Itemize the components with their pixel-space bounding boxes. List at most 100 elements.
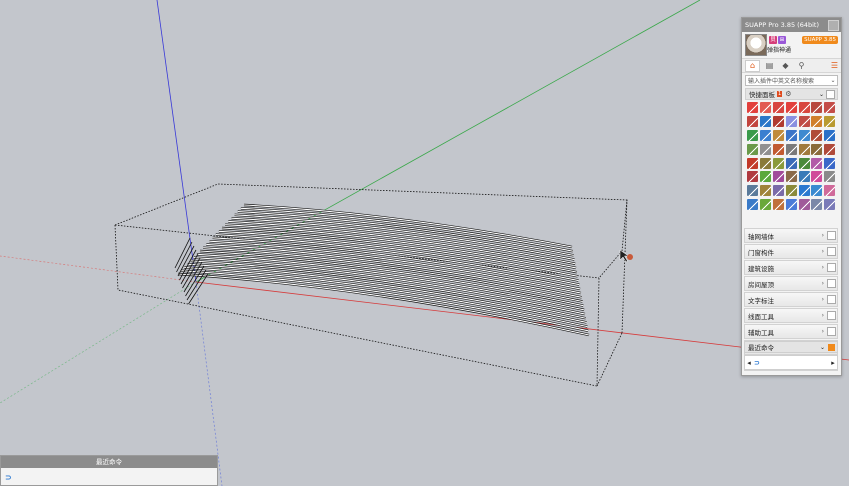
pin-icon[interactable]: [826, 89, 835, 99]
library-icon[interactable]: ▤: [763, 61, 776, 71]
category-item[interactable]: 辅助工具 ›: [744, 324, 838, 339]
pin-icon[interactable]: [827, 311, 836, 320]
tool-icon[interactable]: [785, 102, 797, 113]
tool-icon[interactable]: [785, 171, 797, 183]
tool-icon[interactable]: [772, 157, 784, 169]
pin-icon[interactable]: [827, 263, 836, 272]
tool-icon[interactable]: [811, 129, 823, 141]
chevron-right-icon[interactable]: ›: [822, 328, 824, 335]
tool-icon[interactable]: [759, 115, 771, 127]
avatar[interactable]: [745, 34, 767, 56]
tool-icon[interactable]: [811, 185, 823, 197]
tool-icon[interactable]: [798, 143, 810, 155]
paint-icon[interactable]: ◆: [779, 61, 792, 71]
modeling-viewport[interactable]: [0, 0, 849, 486]
tool-icon[interactable]: [824, 171, 836, 183]
tool-icon[interactable]: [772, 129, 784, 141]
tool-icon[interactable]: [772, 102, 784, 113]
category-item[interactable]: 建筑设施 ›: [744, 260, 838, 275]
tool-icon[interactable]: [785, 199, 797, 211]
tool-icon[interactable]: [747, 171, 758, 183]
chevron-down-icon[interactable]: ⌄: [820, 344, 825, 351]
tool-icon[interactable]: [824, 129, 836, 141]
tool-icon[interactable]: [747, 143, 758, 155]
tool-icon[interactable]: [759, 185, 771, 197]
tool-icon[interactable]: [811, 171, 823, 183]
tool-icon[interactable]: [759, 129, 771, 141]
recent-commands-header[interactable]: 最近命令 ⌄: [744, 341, 838, 353]
member-badge[interactable]: 员: [769, 36, 777, 44]
tool-icon[interactable]: [824, 199, 836, 211]
pin-icon[interactable]: [827, 247, 836, 256]
tool-icon[interactable]: [798, 171, 810, 183]
tool-icon[interactable]: [798, 129, 810, 141]
chevron-right-icon[interactable]: ›: [822, 232, 824, 239]
category-item[interactable]: 线面工具 ›: [744, 308, 838, 323]
tool-icon[interactable]: [785, 115, 797, 127]
chevron-right-icon[interactable]: ›: [822, 296, 824, 303]
scroll-left-icon[interactable]: ◂: [745, 359, 753, 367]
tool-icon[interactable]: [759, 143, 771, 155]
tool-icon[interactable]: [747, 185, 758, 197]
tool-icon[interactable]: [785, 143, 797, 155]
gear-icon[interactable]: ⚙: [785, 90, 791, 98]
pin-icon[interactable]: [827, 295, 836, 304]
tool-icon[interactable]: [798, 102, 810, 113]
tool-icon[interactable]: [759, 171, 771, 183]
tool-icon[interactable]: [772, 143, 784, 155]
tool-icon[interactable]: [747, 199, 758, 211]
close-icon[interactable]: [828, 19, 839, 31]
tool-icon[interactable]: [772, 199, 784, 211]
tool-icon[interactable]: [772, 115, 784, 127]
chevron-down-icon[interactable]: ⌄: [829, 77, 837, 84]
ribbed-surface-model[interactable]: [174, 203, 590, 337]
home-icon[interactable]: ⌂: [745, 59, 760, 72]
chevron-right-icon[interactable]: ›: [822, 248, 824, 255]
tool-icon[interactable]: [747, 115, 758, 127]
tool-icon[interactable]: [824, 157, 836, 169]
tool-icon[interactable]: [811, 157, 823, 169]
tool-icon[interactable]: [785, 129, 797, 141]
panel-titlebar[interactable]: SUAPP Pro 3.85 (64bit): [742, 18, 841, 32]
category-item[interactable]: 轴网墙体 ›: [744, 228, 838, 243]
tool-icon[interactable]: [824, 115, 836, 127]
recent-commands-window-title[interactable]: 最近命令: [1, 456, 217, 468]
tool-icon[interactable]: [785, 157, 797, 169]
category-item[interactable]: 房间屋顶 ›: [744, 276, 838, 291]
quick-panel-header[interactable]: 快捷面板 1 ⚙ ⌄: [745, 88, 838, 100]
tool-icon[interactable]: [785, 185, 797, 197]
pin-icon[interactable]: [827, 327, 836, 336]
grid-badge[interactable]: ⊞: [778, 36, 786, 44]
tool-icon[interactable]: [772, 171, 784, 183]
menu-icon[interactable]: ☰: [831, 61, 838, 70]
recent-command-icon[interactable]: ⊃: [753, 359, 829, 367]
search-icon[interactable]: ⚲: [795, 61, 808, 71]
tool-icon[interactable]: [759, 199, 771, 211]
recent-command-icon[interactable]: ⊃: [1, 468, 217, 486]
tool-icon[interactable]: [772, 185, 784, 197]
pin-icon[interactable]: [827, 279, 836, 288]
tool-icon[interactable]: [798, 185, 810, 197]
tool-icon[interactable]: [811, 115, 823, 127]
pin-icon[interactable]: [828, 343, 835, 351]
scroll-right-icon[interactable]: ▸: [829, 359, 837, 367]
tool-icon[interactable]: [798, 115, 810, 127]
tool-icon[interactable]: [811, 199, 823, 211]
chevron-right-icon[interactable]: ›: [822, 280, 824, 287]
category-item[interactable]: 文字标注 ›: [744, 292, 838, 307]
tool-icon[interactable]: [824, 143, 836, 155]
tool-icon[interactable]: [798, 199, 810, 211]
tool-icon[interactable]: [747, 102, 758, 113]
chevron-right-icon[interactable]: ›: [822, 312, 824, 319]
tool-icon[interactable]: [824, 102, 836, 113]
tool-icon[interactable]: [747, 129, 758, 141]
search-input[interactable]: 输入插件中英文名称搜索 ⌄: [745, 75, 838, 86]
tool-icon[interactable]: [798, 157, 810, 169]
tool-icon[interactable]: [811, 143, 823, 155]
tool-icon[interactable]: [811, 102, 823, 113]
tool-icon[interactable]: [747, 157, 758, 169]
tool-icon[interactable]: [759, 102, 771, 113]
version-button[interactable]: SUAPP 3.85: [802, 36, 838, 44]
pin-icon[interactable]: [827, 231, 836, 240]
category-item[interactable]: 门窗构件 ›: [744, 244, 838, 259]
